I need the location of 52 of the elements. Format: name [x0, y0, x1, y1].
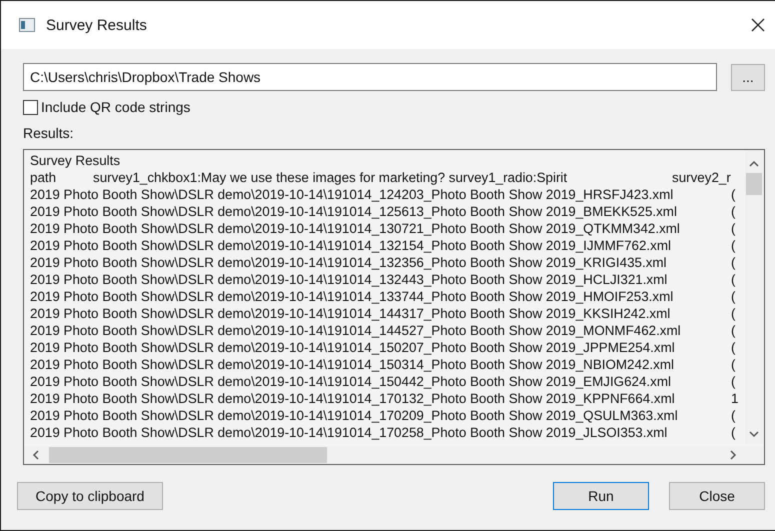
file-path-text: 2019 Photo Booth Show\DSLR demo\2019-10-14\191014_132356_Photo Booth Show 2019_KRIGI435.xml	[30, 254, 668, 271]
file-path-text: 2019 Photo Booth Show\DSLR demo\2019-10-14\191014_150442_Photo Booth Show 2019_EMJIG624.xml	[30, 373, 672, 390]
file-path-text: 2019 Photo Booth Show\DSLR demo\2019-10-14\191014_130721_Photo Booth Show 2019_QTKMM342.xml	[30, 220, 681, 237]
file-path-text: 2019 Photo Booth Show\DSLR demo\2019-10-14\191014_170209_Photo Booth Show 2019_QSULM363.xml	[30, 407, 679, 424]
column-header: survey2_r	[672, 169, 731, 186]
result-value: (	[731, 288, 736, 305]
result-value: (	[731, 339, 736, 356]
file-path-text: 2019 Photo Booth Show\DSLR demo\2019-10-14\191014_170258_Photo Booth Show 2019_JLSOI353.xml	[30, 424, 668, 441]
results-heading: Survey Results	[30, 152, 120, 169]
result-value: (	[731, 203, 736, 220]
result-value: (	[731, 322, 736, 339]
browse-button[interactable]: ...	[731, 64, 765, 90]
column-header: survey1_chkbox1:May we use these images for marketing? survey1_radio:Spirit	[93, 169, 568, 186]
file-path-text: 2019 Photo Booth Show\DSLR demo\2019-10-14\191014_132443_Photo Booth Show 2019_HCLJI321.xml	[30, 271, 668, 288]
file-path-text: 2019 Photo Booth Show\DSLR demo\2019-10-14\191014_132154_Photo Booth Show 2019_IJMMF762.xml	[30, 237, 672, 254]
checkbox-label[interactable]: Include QR code strings	[41, 99, 190, 115]
close-icon[interactable]	[751, 18, 765, 32]
file-path-text: 2019 Photo Booth Show\DSLR demo\2019-10-14\191014_150207_Photo Booth Show 2019_JPPME254.xml	[30, 339, 676, 356]
file-path-text: 2019 Photo Booth Show\DSLR demo\2019-10-14\191014_124203_Photo Booth Show 2019_HRSFJ423.xml	[30, 186, 674, 203]
result-value: (	[731, 254, 736, 271]
scroll-down-icon[interactable]	[749, 431, 759, 438]
scroll-up-icon[interactable]	[749, 160, 759, 167]
result-value: (	[731, 305, 736, 322]
results-text-area[interactable]	[23, 149, 765, 465]
file-path-text: 2019 Photo Booth Show\DSLR demo\2019-10-14\191014_144527_Photo Booth Show 2019_MONMF462.xml	[30, 322, 682, 339]
scroll-left-icon[interactable]	[32, 450, 39, 460]
close-button[interactable]: Close	[669, 482, 765, 510]
folder-path-field[interactable]: C:\Users\chris\Dropbox\Trade Shows	[23, 63, 717, 91]
result-value: (	[731, 237, 736, 254]
window-icon	[19, 18, 35, 32]
run-button[interactable]: Run	[553, 482, 649, 510]
result-value: (	[731, 407, 736, 424]
result-value: (	[731, 373, 736, 390]
result-value: (	[731, 424, 736, 441]
result-value: 1	[731, 390, 738, 407]
result-value: (	[731, 271, 736, 288]
result-value: (	[731, 356, 736, 373]
file-path-text: 2019 Photo Booth Show\DSLR demo\2019-10-14\191014_125613_Photo Booth Show 2019_BMEKK525.xml	[30, 203, 678, 220]
result-value: (	[731, 186, 736, 203]
copy-to-clipboard-button[interactable]: Copy to clipboard	[17, 482, 163, 510]
file-path-text: 2019 Photo Booth Show\DSLR demo\2019-10-14\191014_144317_Photo Booth Show 2019_KKSIH242.xml	[30, 305, 672, 322]
checkbox[interactable]	[23, 100, 38, 114]
scroll-right-icon[interactable]	[730, 450, 737, 460]
column-header: path	[30, 169, 58, 186]
results-label: Results:	[23, 125, 75, 141]
file-path-text: 2019 Photo Booth Show\DSLR demo\2019-10-14\191014_150314_Photo Booth Show 2019_NBIOM242.xml	[30, 356, 675, 373]
window-title: Survey Results	[46, 16, 148, 34]
file-path-text: 2019 Photo Booth Show\DSLR demo\2019-10-14\191014_170132_Photo Booth Show 2019_KPPNF664.xml	[30, 390, 676, 407]
scroll-thumb[interactable]	[746, 173, 762, 195]
scroll-thumb[interactable]	[49, 447, 327, 463]
result-value: (	[731, 220, 736, 237]
file-path-text: 2019 Photo Booth Show\DSLR demo\2019-10-14\191014_133744_Photo Booth Show 2019_HMOIF253.xml	[30, 288, 674, 305]
